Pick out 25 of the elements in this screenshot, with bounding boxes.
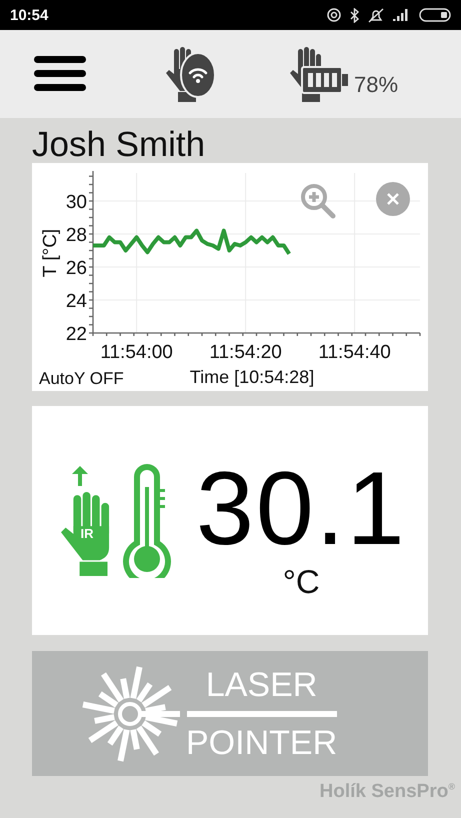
status-time: 10:54 bbox=[10, 6, 48, 24]
y-tick-label: 30 bbox=[66, 192, 87, 213]
y-tick-label: 24 bbox=[66, 291, 87, 312]
x-tick-label: 11:54:20 bbox=[209, 342, 282, 363]
battery-icon bbox=[419, 8, 451, 22]
temperature-value: 30.1 bbox=[196, 454, 406, 562]
battery-percentage: 78% bbox=[354, 72, 398, 98]
menu-button[interactable] bbox=[34, 56, 86, 92]
patient-name: Josh Smith bbox=[32, 125, 206, 164]
y-axis-label: T [°C] bbox=[40, 228, 61, 278]
x-tick-label: 11:54:40 bbox=[318, 342, 391, 363]
glove-connection-button[interactable] bbox=[166, 45, 216, 103]
mute-icon bbox=[368, 8, 384, 22]
y-tick-label: 28 bbox=[66, 225, 87, 246]
signal-icon bbox=[393, 9, 410, 21]
temperature-unit: °C bbox=[282, 562, 320, 600]
y-tick-label: 26 bbox=[66, 258, 87, 279]
x-tick-label: 11:54:00 bbox=[100, 342, 173, 363]
y-tick-label: 22 bbox=[66, 324, 87, 345]
glove-battery-button[interactable] bbox=[290, 45, 350, 103]
bluetooth-icon bbox=[350, 8, 359, 22]
thermometer-icon bbox=[120, 463, 174, 578]
x-axis-label: Time [10:54:28] bbox=[190, 367, 314, 387]
auto-y-toggle[interactable]: AutoY OFF bbox=[39, 369, 124, 388]
sync-icon bbox=[327, 8, 341, 22]
